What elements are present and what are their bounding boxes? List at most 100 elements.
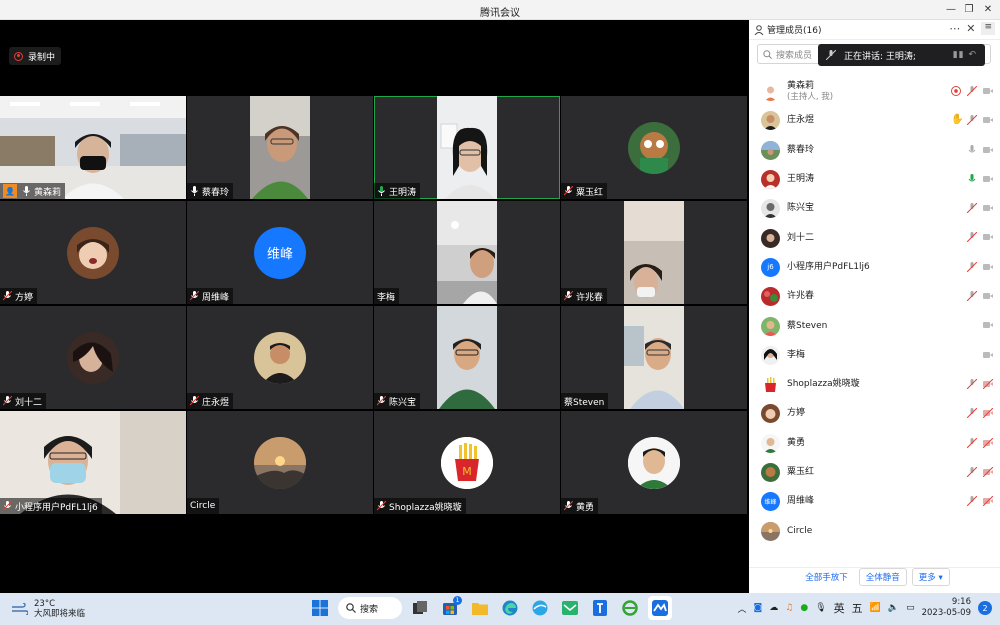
video-tile[interactable]: M Shoplazza姚晓璇 [374,411,560,514]
video-tile[interactable]: 陈兴宝 [374,306,560,409]
browser-app[interactable] [528,596,552,620]
camera-icon[interactable] [983,145,993,155]
mic-muted-icon[interactable] [967,437,977,448]
record-icon [951,86,961,96]
wechat-icon[interactable]: ● [800,603,808,613]
input-language[interactable]: 英 [834,600,845,616]
camera-off-icon[interactable] [983,466,993,477]
camera-icon[interactable] [983,115,993,125]
microphone-icon[interactable]: 🎙 [815,603,826,613]
taskbar-search[interactable]: 搜索 [338,597,402,619]
camera-off-icon[interactable] [983,437,993,448]
tencent-meeting-app[interactable] [648,596,672,620]
camera-icon[interactable] [983,320,993,330]
list-item[interactable]: 许兆春 [749,282,1000,311]
menu-icon[interactable]: ≡ [981,22,995,35]
mic-muted-icon[interactable] [967,203,977,214]
video-tile[interactable]: 方婷 [0,201,186,304]
file-explorer-app[interactable] [468,596,492,620]
video-tile[interactable]: 维峰 周维峰 [187,201,373,304]
video-tile[interactable]: 许兆春 [561,201,747,304]
list-item[interactable]: 庄永煜 ✋ [749,106,1000,135]
ime-mode[interactable]: 五 [852,600,863,616]
video-tile[interactable]: 小程序用户PdFL1lj6 [0,411,186,514]
ie-app[interactable] [618,596,642,620]
toast-actions[interactable]: ▮▮ ↶ [953,50,977,60]
camera-off-icon[interactable] [983,408,993,419]
more-options-icon[interactable]: ⋯ [949,22,960,35]
list-item[interactable]: 陈兴宝 [749,194,1000,223]
camera-icon[interactable] [983,203,993,213]
cloud-icon[interactable]: ☁ [769,603,778,613]
task-view-button[interactable] [408,596,432,620]
all-hands-down-button[interactable]: 全部手放下 [799,568,854,586]
list-item[interactable]: 李梅 [749,341,1000,370]
headset-icon[interactable]: ♫ [785,603,793,613]
mic-muted-icon[interactable] [967,496,977,507]
mic-muted-icon[interactable] [967,232,977,243]
mic-muted-icon[interactable] [967,115,977,126]
list-item[interactable]: 粟玉红 [749,458,1000,487]
video-tile[interactable]: 李梅 [374,201,560,304]
camera-icon[interactable] [983,86,993,96]
members-panel-header: 管理成员(16) ⋯ ✕ ≡ [749,20,1000,40]
edge-app[interactable] [498,596,522,620]
tray-app-icon[interactable]: ◙ [754,603,763,613]
mic-muted-icon[interactable] [967,86,977,96]
list-item[interactable]: 黄勇 [749,429,1000,458]
list-item[interactable]: 蔡Steven [749,311,1000,340]
mic-muted-icon[interactable] [967,408,977,419]
store-app[interactable]: 1 [438,596,462,620]
video-tile[interactable]: 粟玉红 [561,96,747,199]
mute-all-button[interactable]: 全体静音 [858,568,907,586]
notification-badge[interactable]: 2 [978,601,992,615]
video-tile[interactable]: 庄永煜 [187,306,373,409]
video-tile[interactable]: 蔡Steven [561,306,747,409]
list-item[interactable]: 蔡春玲 [749,136,1000,165]
participant-video [437,96,497,199]
volume-icon[interactable]: 🔈 [888,603,899,613]
participant-name: 刘十二 [15,397,43,408]
close-button[interactable]: ✕ [979,2,997,18]
camera-icon[interactable] [983,291,993,301]
mic-muted-icon[interactable] [967,261,977,272]
mail-app[interactable] [558,596,582,620]
list-item[interactable]: j6 小程序用户PdFL1lj6 [749,253,1000,282]
minimize-button[interactable]: — [942,2,960,18]
camera-icon[interactable] [983,174,993,184]
recording-badge[interactable]: 录制中 [9,47,62,65]
mic-muted-icon[interactable] [967,291,977,302]
video-tile-speaking[interactable]: 王明涛 [374,96,560,199]
list-item[interactable]: 维峰 周维峰 [749,487,1000,516]
video-tile[interactable]: 刘十二 [0,306,186,409]
list-item[interactable]: Circle [749,516,1000,545]
list-item[interactable]: 方婷 [749,399,1000,428]
list-item[interactable]: 王明涛 [749,165,1000,194]
camera-off-icon[interactable] [983,496,993,507]
mic-speaking-icon[interactable] [967,173,977,184]
chevron-up-icon[interactable]: ︿ [738,602,747,615]
list-item[interactable]: 黄森莉 (主持人, 我) [749,77,1000,106]
camera-icon[interactable] [983,350,993,360]
close-panel-icon[interactable]: ✕ [966,22,975,35]
video-tile[interactable]: 蔡春玲 [187,96,373,199]
tencent-docs-app[interactable] [588,596,612,620]
mic-muted-icon[interactable] [967,378,977,389]
camera-icon[interactable] [983,232,993,242]
battery-icon[interactable]: ▭ [906,603,915,613]
video-tile[interactable]: 黄勇 [561,411,747,514]
maximize-button[interactable]: ❐ [960,2,978,18]
video-tile[interactable]: 👤 黄森莉 [0,96,186,199]
wifi-icon[interactable]: 📶 [870,603,881,613]
camera-icon[interactable] [983,262,993,272]
list-item[interactable]: Shoplazza姚晓璇 [749,370,1000,399]
mic-muted-icon[interactable] [967,466,977,477]
clock[interactable]: 9:16 2023-05-09 [922,597,971,619]
mic-icon[interactable] [967,144,977,155]
more-button[interactable]: 更多 ▾ [911,568,950,586]
weather-widget[interactable]: 23°C 大风即将来临 [12,599,85,619]
camera-off-icon[interactable] [983,378,993,389]
list-item[interactable]: 刘十二 [749,223,1000,252]
start-button[interactable] [308,596,332,620]
video-tile[interactable]: Circle [187,411,373,514]
